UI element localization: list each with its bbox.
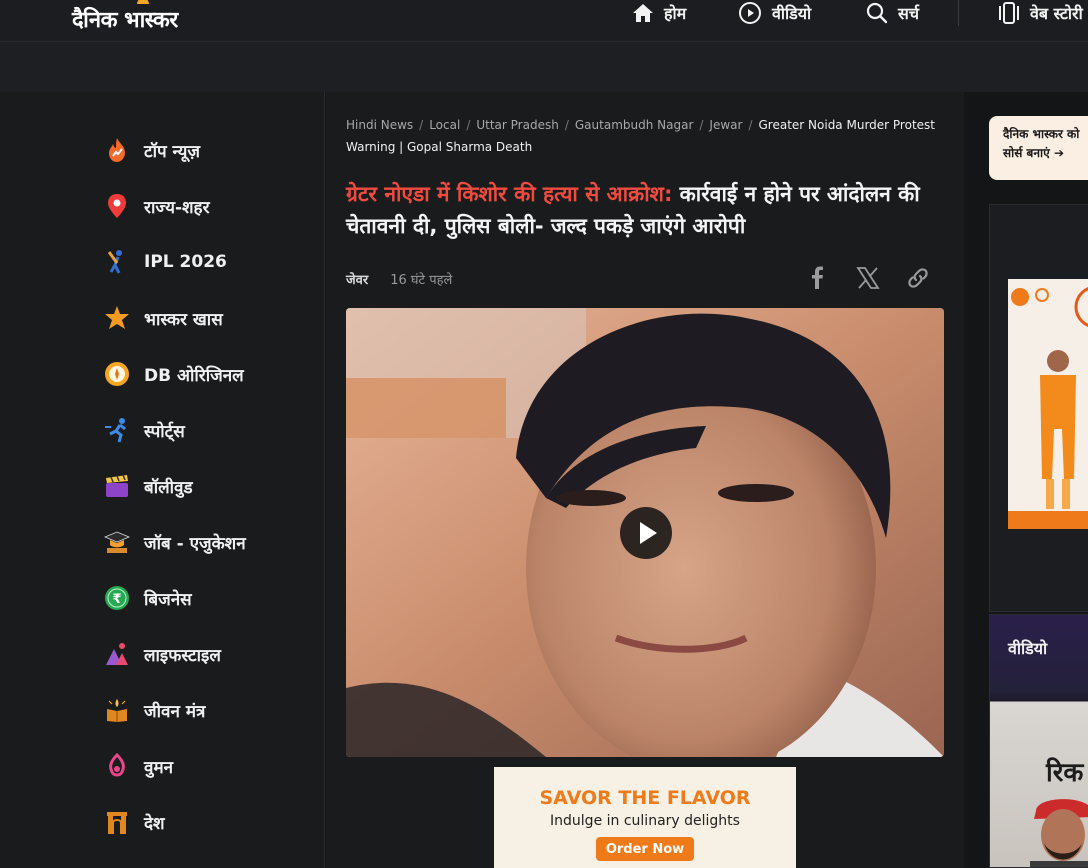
logo-text: दैनिक भास्कर [72,8,178,33]
right-ad-box[interactable] [989,204,1088,612]
nav-divider [958,0,959,26]
sidebar-item-jeevan-mantra[interactable]: जीवन मंत्र [104,694,205,726]
sidebar-item-woman[interactable]: वुमन [104,750,173,782]
sidebar-item-label: IPL 2026 [144,252,227,272]
headline-highlight: ग्रेटर नोएडा में किशोर की हत्या से आक्रो… [346,182,673,206]
facebook-icon[interactable] [806,266,830,290]
cricket-batter-icon [107,250,122,274]
sub-header-bar [0,42,1088,92]
india-gate-icon [107,812,127,834]
video-widget-text: रिक [1046,758,1084,788]
article-location[interactable]: जेवर [346,270,368,288]
sidebar-item-lifestyle[interactable]: लाइफस्टाइल [104,638,221,670]
nav-search-label: सर्च [898,4,919,23]
source-card-line2: सोर्स बनाएं ➔ [1003,146,1064,160]
top-header: दैनिक भास्कर होम वीडियो सर्च वेब स्टोरी [0,0,1088,42]
clapperboard-icon [106,474,128,497]
make-source-card[interactable]: दैनिक भास्कर को सोर्स बनाएं ➔ [989,116,1088,180]
x-icon[interactable] [856,266,880,290]
food-advertisement[interactable]: SAVOR THE FLAVOR Indulge in culinary del… [494,767,796,868]
play-circle-icon [739,2,761,24]
article-time: 16 घंटे पहले [390,273,453,288]
runner-icon [105,418,126,443]
sidebar-item-label: राज्य-शहर [144,197,210,218]
sidebar-item-bollywood[interactable]: बॉलीवुड [104,470,193,502]
lifestyle-icon [106,643,128,665]
sidebar-item-label: बॉलीवुड [144,477,193,498]
right-rail: दैनिक भास्कर को सोर्स बनाएं ➔ वीडियो रिक [965,92,1088,868]
play-icon [640,522,657,544]
nav-video-label: वीडियो [772,4,812,23]
sidebar-item-business[interactable]: ₹ बिजनेस [104,582,192,614]
home-icon [633,4,653,22]
db-original-icon [105,362,129,386]
sidebar-item-states-cities[interactable]: राज्य-शहर [104,190,210,222]
breadcrumb-link[interactable]: Hindi News [346,118,413,132]
article-main: Hindi News / Local / Uttar Pradesh / Gautambud… [326,92,964,868]
star-burst-icon [105,306,129,329]
source-card-line1: दैनिक भास्कर को [1003,127,1080,141]
sidebar-item-label: बिजनेस [144,589,192,610]
woman-symbol-icon [109,753,125,777]
nav-home-label: होम [664,4,687,23]
site-logo[interactable]: दैनिक भास्कर [72,4,178,34]
sidebar-item-label: वुमन [144,757,174,778]
sidebar-item-db-original[interactable]: DB ओरिजिनल [104,358,244,390]
play-button[interactable] [620,507,672,559]
article-headline: ग्रेटर नोएडा में किशोर की हत्या से आक्रो… [346,178,946,242]
sidebar-item-label: जॉब - एजुकेशन [144,533,246,554]
breadcrumb-link[interactable]: Local [429,118,460,132]
rupee-coin-icon: ₹ [105,586,129,610]
video-widget-title: वीडियो [1008,639,1048,658]
svg-text:₹: ₹ [112,592,121,607]
search-icon [866,2,888,24]
article-video-player[interactable] [346,308,944,757]
location-pin-icon [108,194,126,218]
graduation-cap-icon [104,531,130,553]
nav-search[interactable]: सर्च [866,0,919,26]
right-video-widget[interactable]: वीडियो रिक [989,614,1088,868]
sun-logo-icon [137,0,149,4]
sidebar-item-label: लाइफस्टाइल [144,645,221,666]
sidebar-item-bhaskar-khas[interactable]: भास्कर खास [104,302,223,334]
sidebar-item-label: देश [144,813,165,834]
breadcrumb-link[interactable]: Gautambudh Nagar [575,118,694,132]
link-icon[interactable] [906,266,930,290]
breadcrumb-link[interactable]: Uttar Pradesh [476,118,558,132]
person-thumbnail [1030,799,1088,867]
sidebar-item-sports[interactable]: स्पोर्ट्स [104,414,185,446]
book-lamp-icon [107,699,127,722]
order-now-button[interactable]: Order Now [596,837,694,861]
left-sidebar: टॉप न्यूज़ राज्य-शहर IPL 2026 भास्कर खास… [0,92,325,868]
ad-title: SAVOR THE FLAVOR [539,787,751,809]
sidebar-item-label: DB ओरिजिनल [144,365,244,386]
sidebar-item-jobs-education[interactable]: जॉब - एजुकेशन [104,526,246,558]
nav-web-story[interactable]: वेब स्टोरी [998,0,1083,26]
web-story-icon [999,2,1019,24]
nav-home[interactable]: होम [632,0,686,26]
sidebar-item-label: भास्कर खास [144,309,223,330]
sidebar-item-label: स्पोर्ट्स [144,421,185,442]
sidebar-item-ipl[interactable]: IPL 2026 [104,246,227,278]
ad-subtitle: Indulge in culinary delights [550,813,740,829]
political-banner-image [1008,279,1088,529]
sidebar-item-label: जीवन मंत्र [144,701,206,722]
sidebar-item-label: टॉप न्यूज़ [144,141,201,162]
article-meta: जेवर 16 घंटे पहले [346,270,452,288]
breadcrumb-link[interactable]: Jewar [709,118,742,132]
sidebar-item-country[interactable]: देश [104,806,165,838]
nav-web-story-label: वेब स्टोरी [1030,4,1083,23]
fire-icon [109,138,125,162]
breadcrumb: Hindi News / Local / Uttar Pradesh / Gautambud… [346,118,935,154]
nav-video[interactable]: वीडियो [738,0,811,26]
sidebar-item-top-news[interactable]: टॉप न्यूज़ [104,134,200,166]
